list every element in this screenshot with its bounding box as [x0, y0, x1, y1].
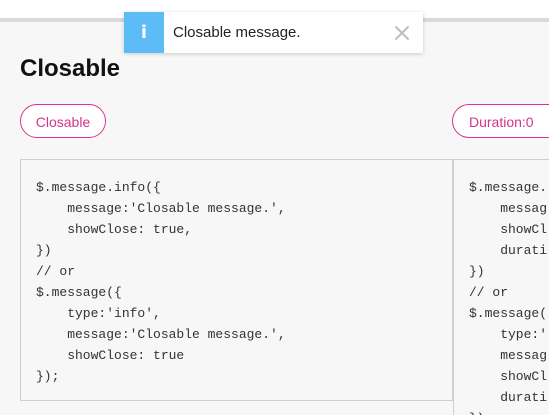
close-icon[interactable]: [394, 25, 410, 41]
code-block-duration: $.message. messag showCl durati }) // or…: [469, 180, 548, 415]
message-toast: i Closable message.: [124, 12, 423, 53]
closable-button[interactable]: Closable: [20, 104, 106, 138]
info-icon: i: [124, 12, 164, 53]
duration-button[interactable]: Duration:0: [452, 104, 549, 138]
toast-message: Closable message.: [173, 24, 301, 41]
code-example-duration: $.message. messag showCl durati }) // or…: [453, 159, 549, 415]
code-block-closable: $.message.info({ message:'Closable messa…: [36, 180, 286, 384]
info-icon-glyph: i: [140, 21, 148, 43]
section-title: Closable: [20, 55, 121, 82]
page: Closable Closable Duration:0 $.message.i…: [0, 0, 549, 415]
code-example-closable: $.message.info({ message:'Closable messa…: [20, 159, 453, 401]
